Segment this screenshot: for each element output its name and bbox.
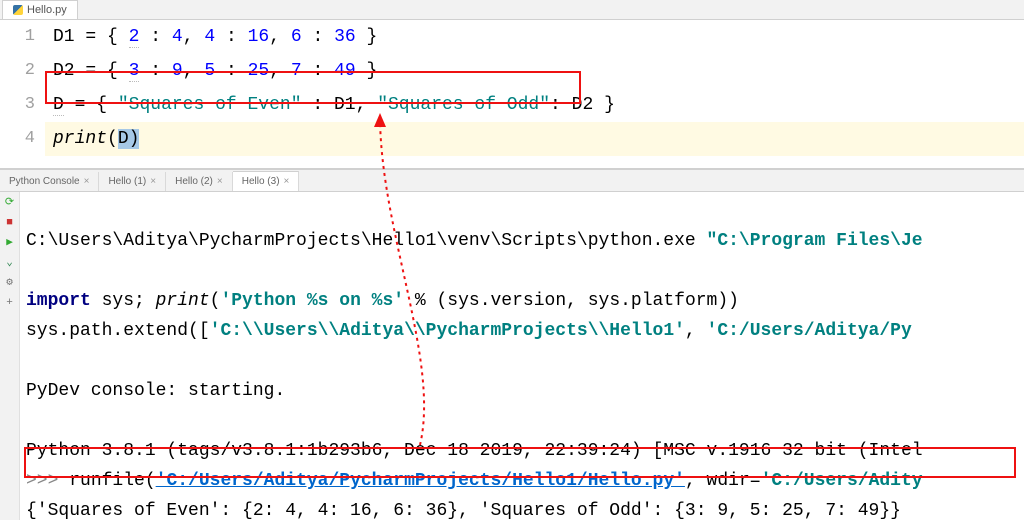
code-line-1: D1 = { 2 : 4, 4 : 16, 6 : 36 } (45, 20, 1024, 54)
editor-tab-label: Hello.py (27, 4, 67, 16)
console-link[interactable]: 'C:/Users/Aditya/PycharmProjects/Hello1/… (156, 471, 685, 491)
console-text: , wdir= (685, 471, 761, 491)
console-text: runfile( (69, 471, 155, 491)
console-text: ( (210, 291, 221, 311)
console-text: PyDev console: starting. (26, 381, 285, 401)
line-number: 3 (0, 88, 35, 122)
tab-hello-2[interactable]: Hello (2)× (166, 172, 233, 191)
line-number: 4 (0, 122, 35, 156)
console-text: import (26, 291, 91, 311)
code-editor[interactable]: 1 2 3 4 D1 = { 2 : 4, 4 : 16, 6 : 36 } D… (0, 20, 1024, 168)
add-icon[interactable]: + (3, 296, 17, 310)
debug-icon[interactable]: ⌄ (3, 256, 17, 270)
console-text: , (685, 321, 707, 341)
console-pane: ⟳ ■ ▶ ⌄ ⚙ + C:\Users\Aditya\PycharmProje… (0, 192, 1024, 520)
close-icon[interactable]: × (217, 176, 223, 187)
tab-hello-3[interactable]: Hello (3)× (233, 171, 300, 191)
line-number: 1 (0, 20, 35, 54)
close-icon[interactable]: × (84, 176, 90, 187)
console-toolbar: ⟳ ■ ▶ ⌄ ⚙ + (0, 192, 20, 520)
python-file-icon (13, 5, 23, 15)
console-prompt: >>> (26, 471, 69, 491)
stop-icon[interactable]: ■ (3, 216, 17, 230)
tab-hello-1[interactable]: Hello (1)× (99, 172, 166, 191)
console-text: Python 3.8.1 (tags/v3.8.1:1b293b6, Dec 1… (26, 441, 923, 461)
close-icon[interactable]: × (284, 176, 290, 187)
console-text: C:\Users\Aditya\PycharmProjects\Hello1\v… (26, 231, 707, 251)
console-text: 'Python %s on %s' (220, 291, 404, 311)
console-text: "C:\Program Files\Je (707, 231, 923, 251)
code-area[interactable]: D1 = { 2 : 4, 4 : 16, 6 : 36 } D2 = { 3 … (45, 20, 1024, 168)
line-number: 2 (0, 54, 35, 88)
console-tab-bar: Python Console× Hello (1)× Hello (2)× He… (0, 170, 1024, 192)
console-output[interactable]: C:\Users\Aditya\PycharmProjects\Hello1\v… (20, 192, 1024, 520)
console-text: sys.path.extend([ (26, 321, 210, 341)
run-icon[interactable]: ▶ (3, 236, 17, 250)
console-text: 'C:/Users/Aditya/Py (707, 321, 912, 341)
close-icon[interactable]: × (150, 176, 156, 187)
code-line-4: print(D) (45, 122, 1024, 156)
console-text: sys; (91, 291, 156, 311)
code-line-3: D = { "Squares of Even" : D1, "Squares o… (45, 88, 1024, 122)
rerun-icon[interactable]: ⟳ (3, 196, 17, 210)
console-text: print (156, 291, 210, 311)
editor-tab-hello[interactable]: Hello.py (2, 0, 78, 19)
line-number-gutter: 1 2 3 4 (0, 20, 45, 168)
console-text: % (sys.version, sys.platform)) (404, 291, 739, 311)
code-line-2: D2 = { 3 : 9, 5 : 25, 7 : 49 } (45, 54, 1024, 88)
settings-icon[interactable]: ⚙ (3, 276, 17, 290)
tab-python-console[interactable]: Python Console× (0, 172, 99, 191)
console-text: 'C:\\Users\\Aditya\\PycharmProjects\\Hel… (210, 321, 685, 341)
console-text: 'C:/Users/Adity (761, 471, 923, 491)
editor-tab-bar: Hello.py (0, 0, 1024, 20)
console-output-result: {'Squares of Even': {2: 4, 4: 16, 6: 36}… (26, 501, 901, 520)
